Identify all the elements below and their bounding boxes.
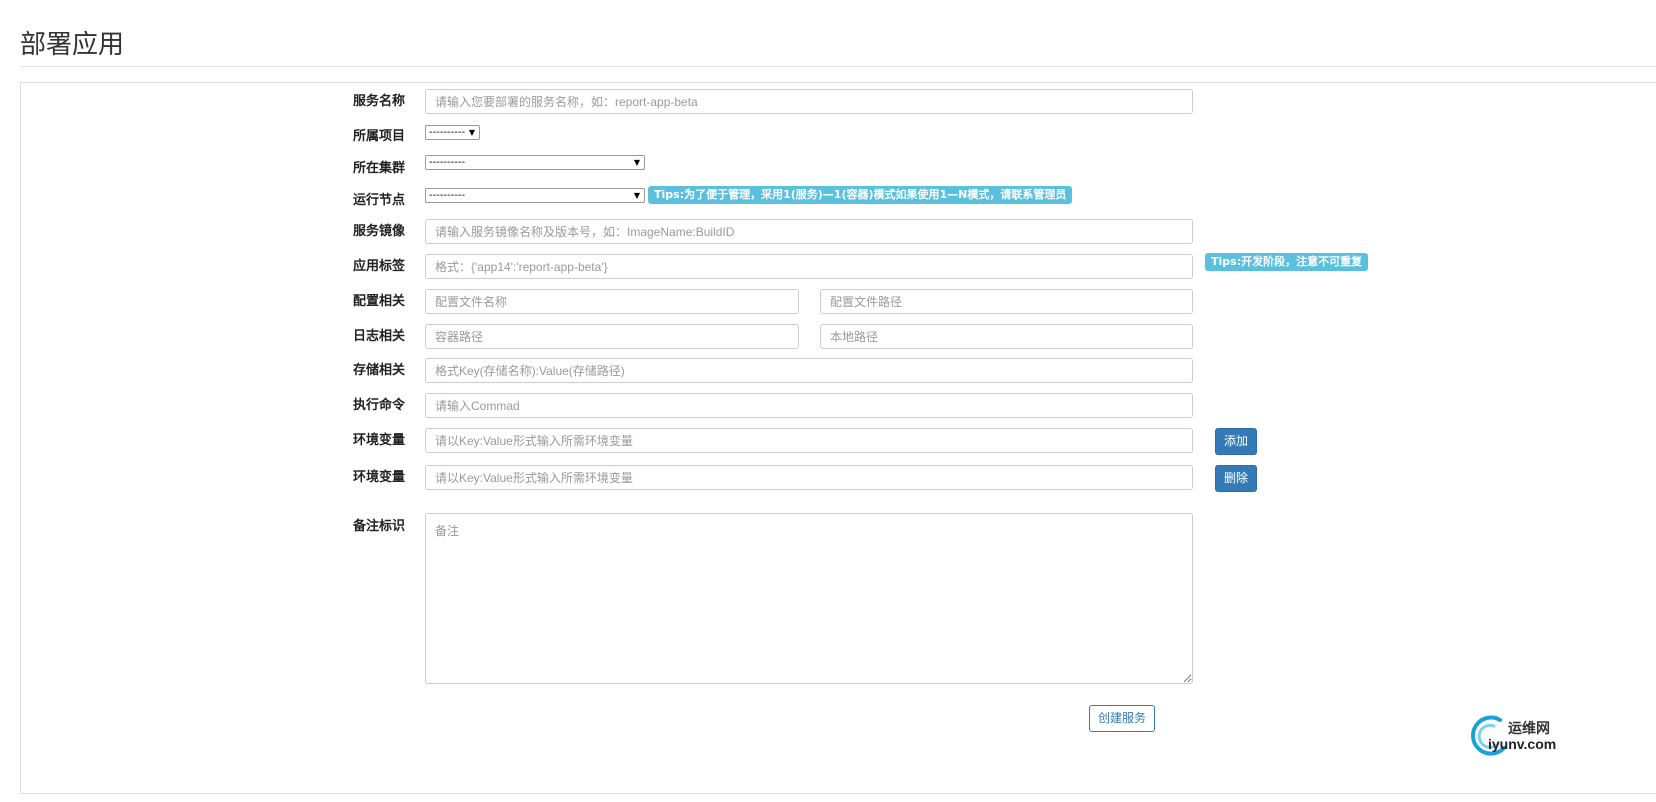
- chevron-down-icon: ▼: [468, 128, 475, 137]
- env-var-label: 环境变量: [352, 433, 405, 448]
- add-env-var-button[interactable]: 添加: [1215, 428, 1257, 455]
- watermark-text-en: iyunv.com: [1488, 736, 1557, 752]
- remark-textarea[interactable]: [425, 513, 1193, 684]
- project-select-value: ----------: [429, 127, 466, 138]
- watermark-logo: 运维网 iyunv.com: [1470, 712, 1570, 762]
- log-local-path-input[interactable]: [820, 324, 1193, 349]
- node-select-value: ----------: [429, 190, 466, 201]
- env-var-input[interactable]: [425, 428, 1193, 453]
- service-name-label: 服务名称: [352, 94, 405, 109]
- remark-label: 备注标识: [352, 519, 405, 534]
- storage-label: 存储相关: [352, 363, 405, 378]
- page-title: 部署应用: [20, 30, 125, 60]
- env-var-input[interactable]: [425, 465, 1193, 490]
- app-label-tip-badge: Tips:开发阶段，注意不可重复: [1205, 253, 1369, 271]
- chevron-down-icon: ▼: [633, 191, 640, 200]
- watermark-text-cn: 运维网: [1508, 721, 1550, 737]
- node-tip-badge: Tips:为了便于管理，采用1(服务)—1(容器)模式如果使用1—N模式，请联系…: [648, 186, 1073, 204]
- config-path-input[interactable]: [820, 289, 1193, 314]
- log-label: 日志相关: [352, 329, 405, 344]
- project-label: 所属项目: [352, 129, 405, 144]
- command-label: 执行命令: [352, 398, 405, 413]
- service-name-input[interactable]: [425, 89, 1193, 114]
- title-divider: [20, 66, 1656, 67]
- storage-input[interactable]: [425, 358, 1193, 383]
- project-select[interactable]: ---------- ▼: [425, 125, 480, 140]
- cluster-label: 所在集群: [352, 161, 405, 176]
- env-var-label: 环境变量: [352, 470, 405, 485]
- node-select[interactable]: ---------- ▼: [425, 188, 645, 203]
- image-label: 服务镜像: [352, 224, 405, 239]
- chevron-down-icon: ▼: [633, 158, 640, 167]
- command-input[interactable]: [425, 393, 1193, 418]
- app-label-label: 应用标签: [352, 259, 405, 274]
- cluster-select-value: ----------: [429, 157, 466, 168]
- cluster-select[interactable]: ---------- ▼: [425, 155, 645, 170]
- log-container-path-input[interactable]: [425, 324, 799, 349]
- create-service-button[interactable]: 创建服务: [1089, 705, 1155, 732]
- config-label: 配置相关: [352, 294, 405, 309]
- delete-env-var-button[interactable]: 删除: [1215, 465, 1257, 492]
- node-label: 运行节点: [352, 193, 405, 208]
- config-name-input[interactable]: [425, 289, 799, 314]
- image-input[interactable]: [425, 219, 1193, 244]
- app-label-input[interactable]: [425, 254, 1193, 279]
